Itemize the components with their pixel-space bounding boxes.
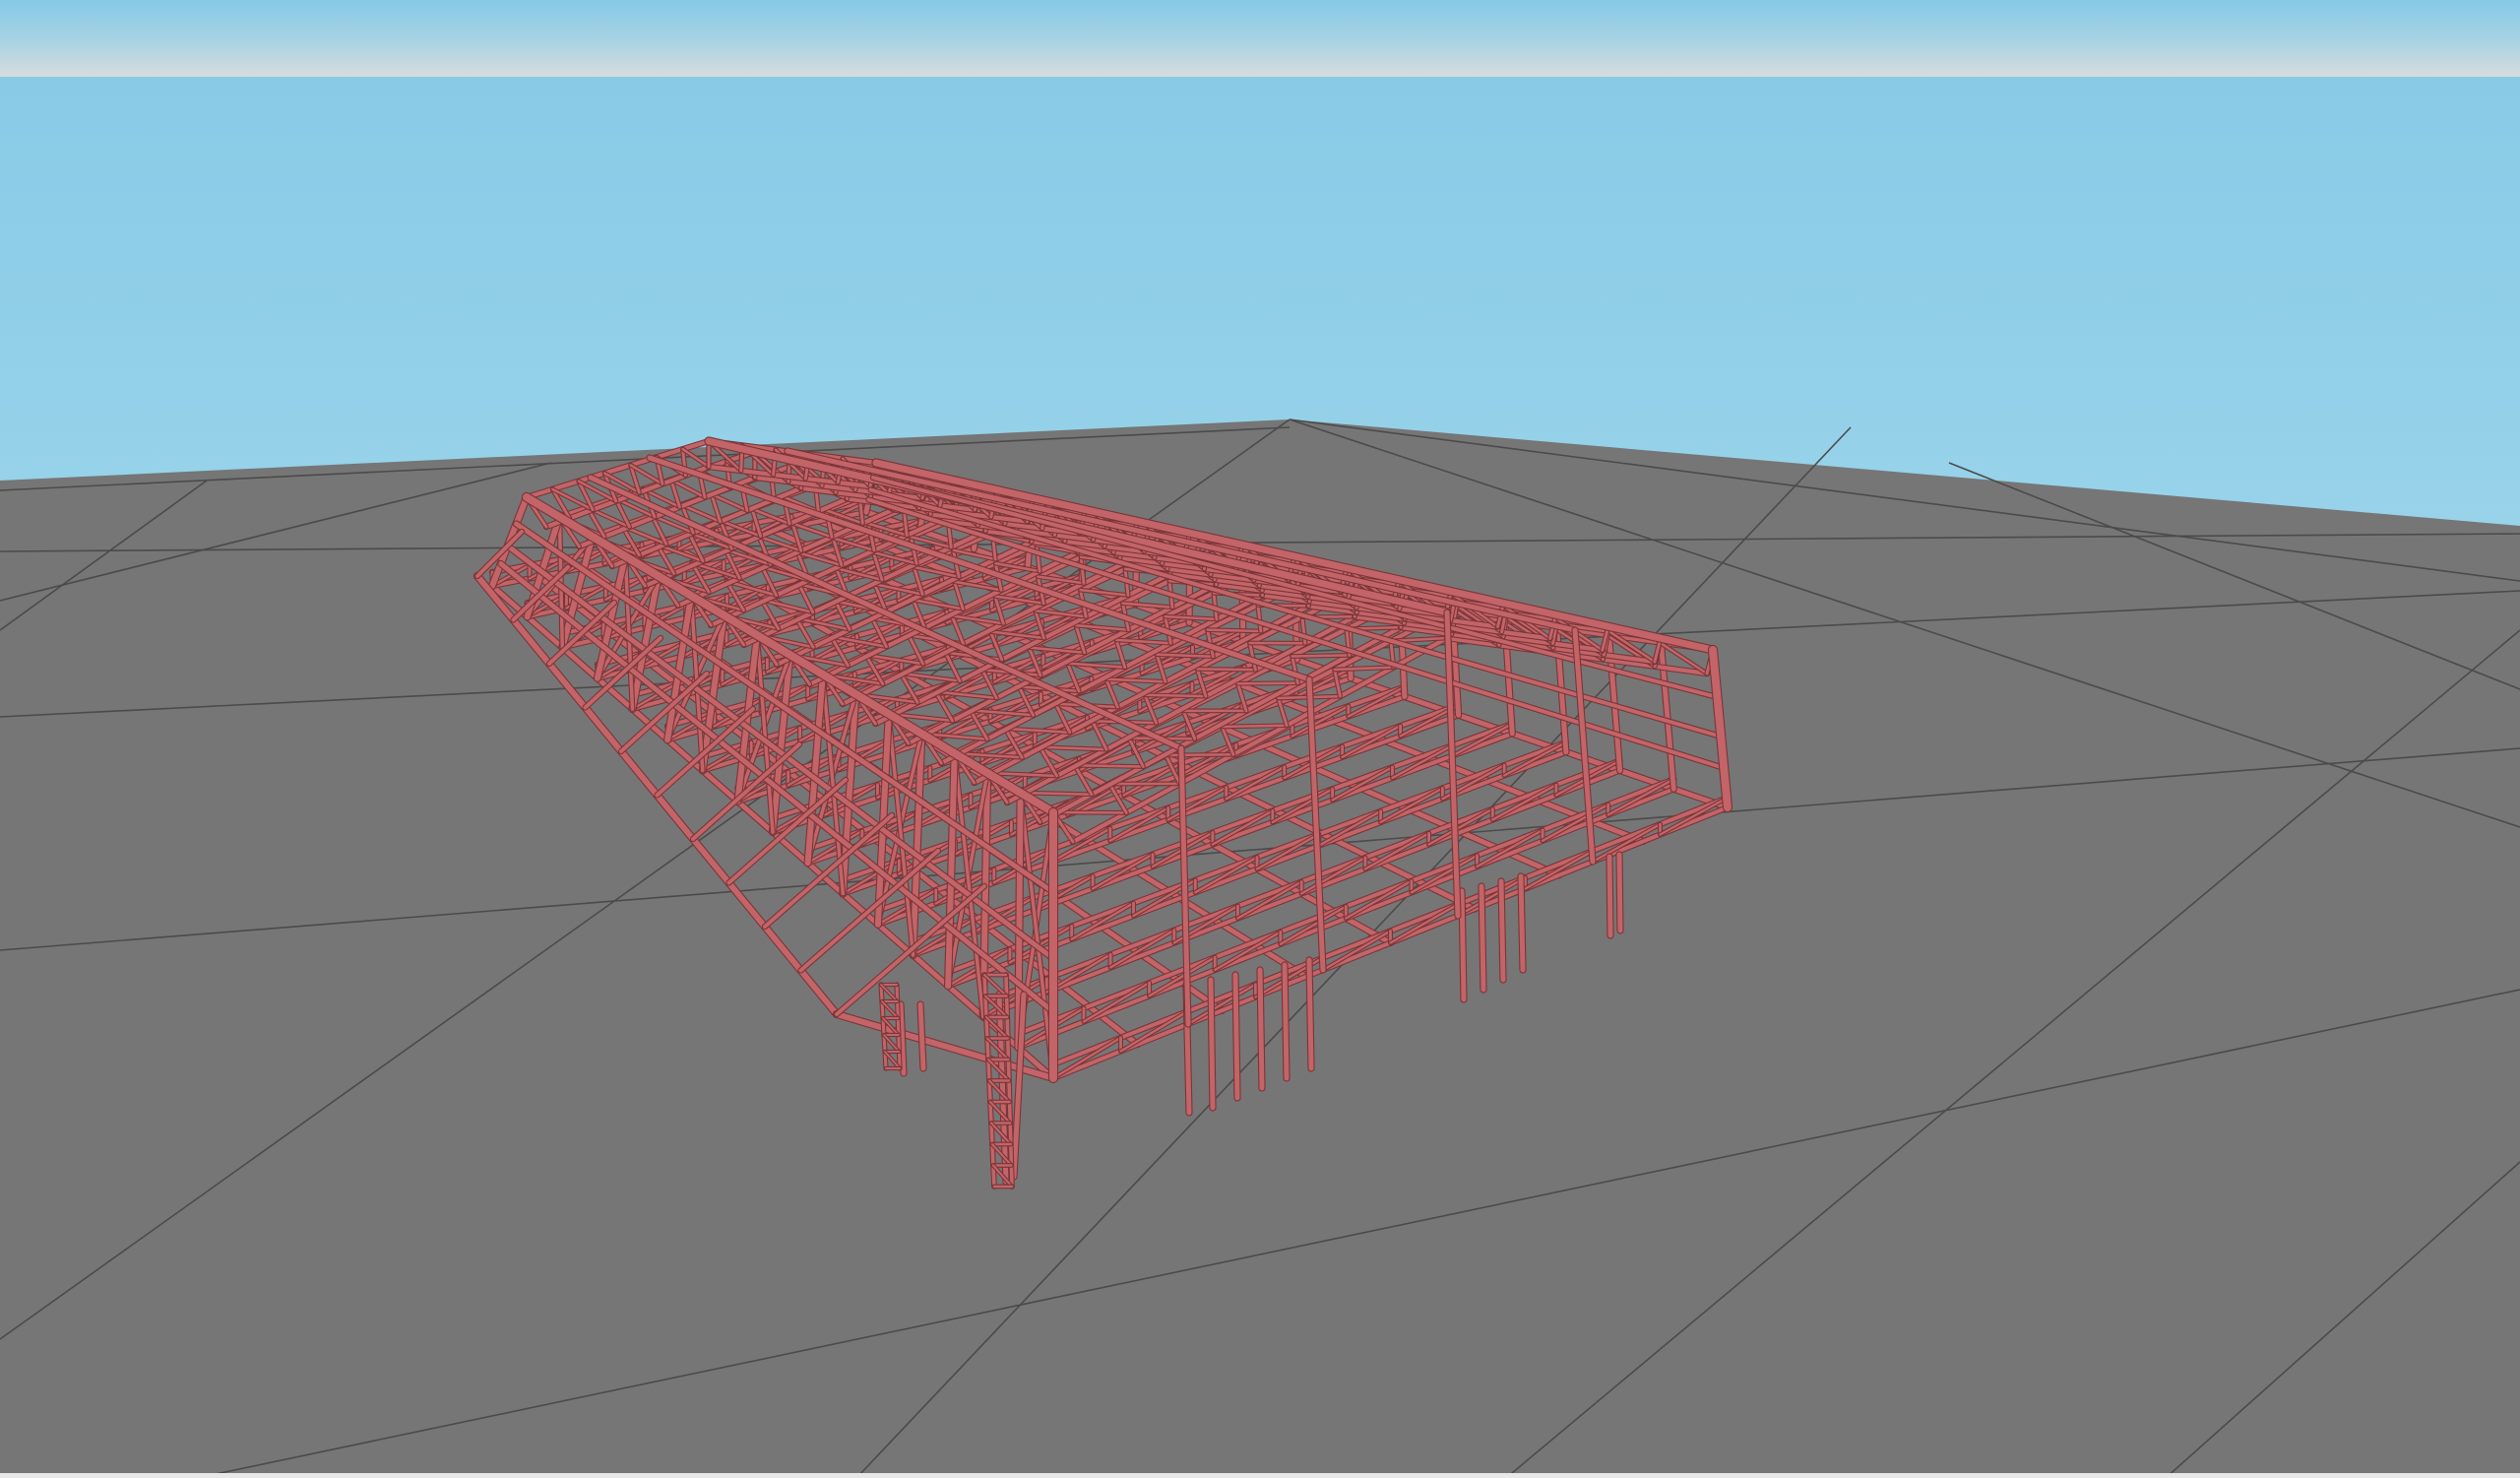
roof-truss-left-diagonal [1196,668,1257,672]
viewport-top-band [0,0,2520,77]
support-leg [1616,852,1623,933]
roof-truss-left-diagonal [1221,724,1289,729]
support-leg [1459,888,1467,1002]
viewport-bottom-edge [0,1473,2520,1478]
support-leg [917,1001,926,1071]
support-leg [1306,957,1314,1071]
roof-truss-left-diagonal [1143,693,1208,698]
support-leg [1257,967,1265,1091]
roof-truss-left-diagonal [1073,764,1145,768]
scene-canvas[interactable] [0,0,2520,1478]
support-leg [1479,883,1486,993]
roof-truss-left-diagonal [1291,654,1352,658]
support-leg [1282,962,1290,1081]
support-leg [1208,977,1216,1111]
support-leg [1232,972,1240,1101]
support-leg [1518,873,1526,973]
roof-truss-left-diagonal [1206,628,1263,633]
support-leg [1606,854,1613,938]
roof-truss-left-diagonal [1236,681,1299,685]
3d-viewport[interactable] [0,0,2520,1478]
roof-truss-left-diagonal [1165,753,1235,757]
support-leg [1498,878,1506,983]
